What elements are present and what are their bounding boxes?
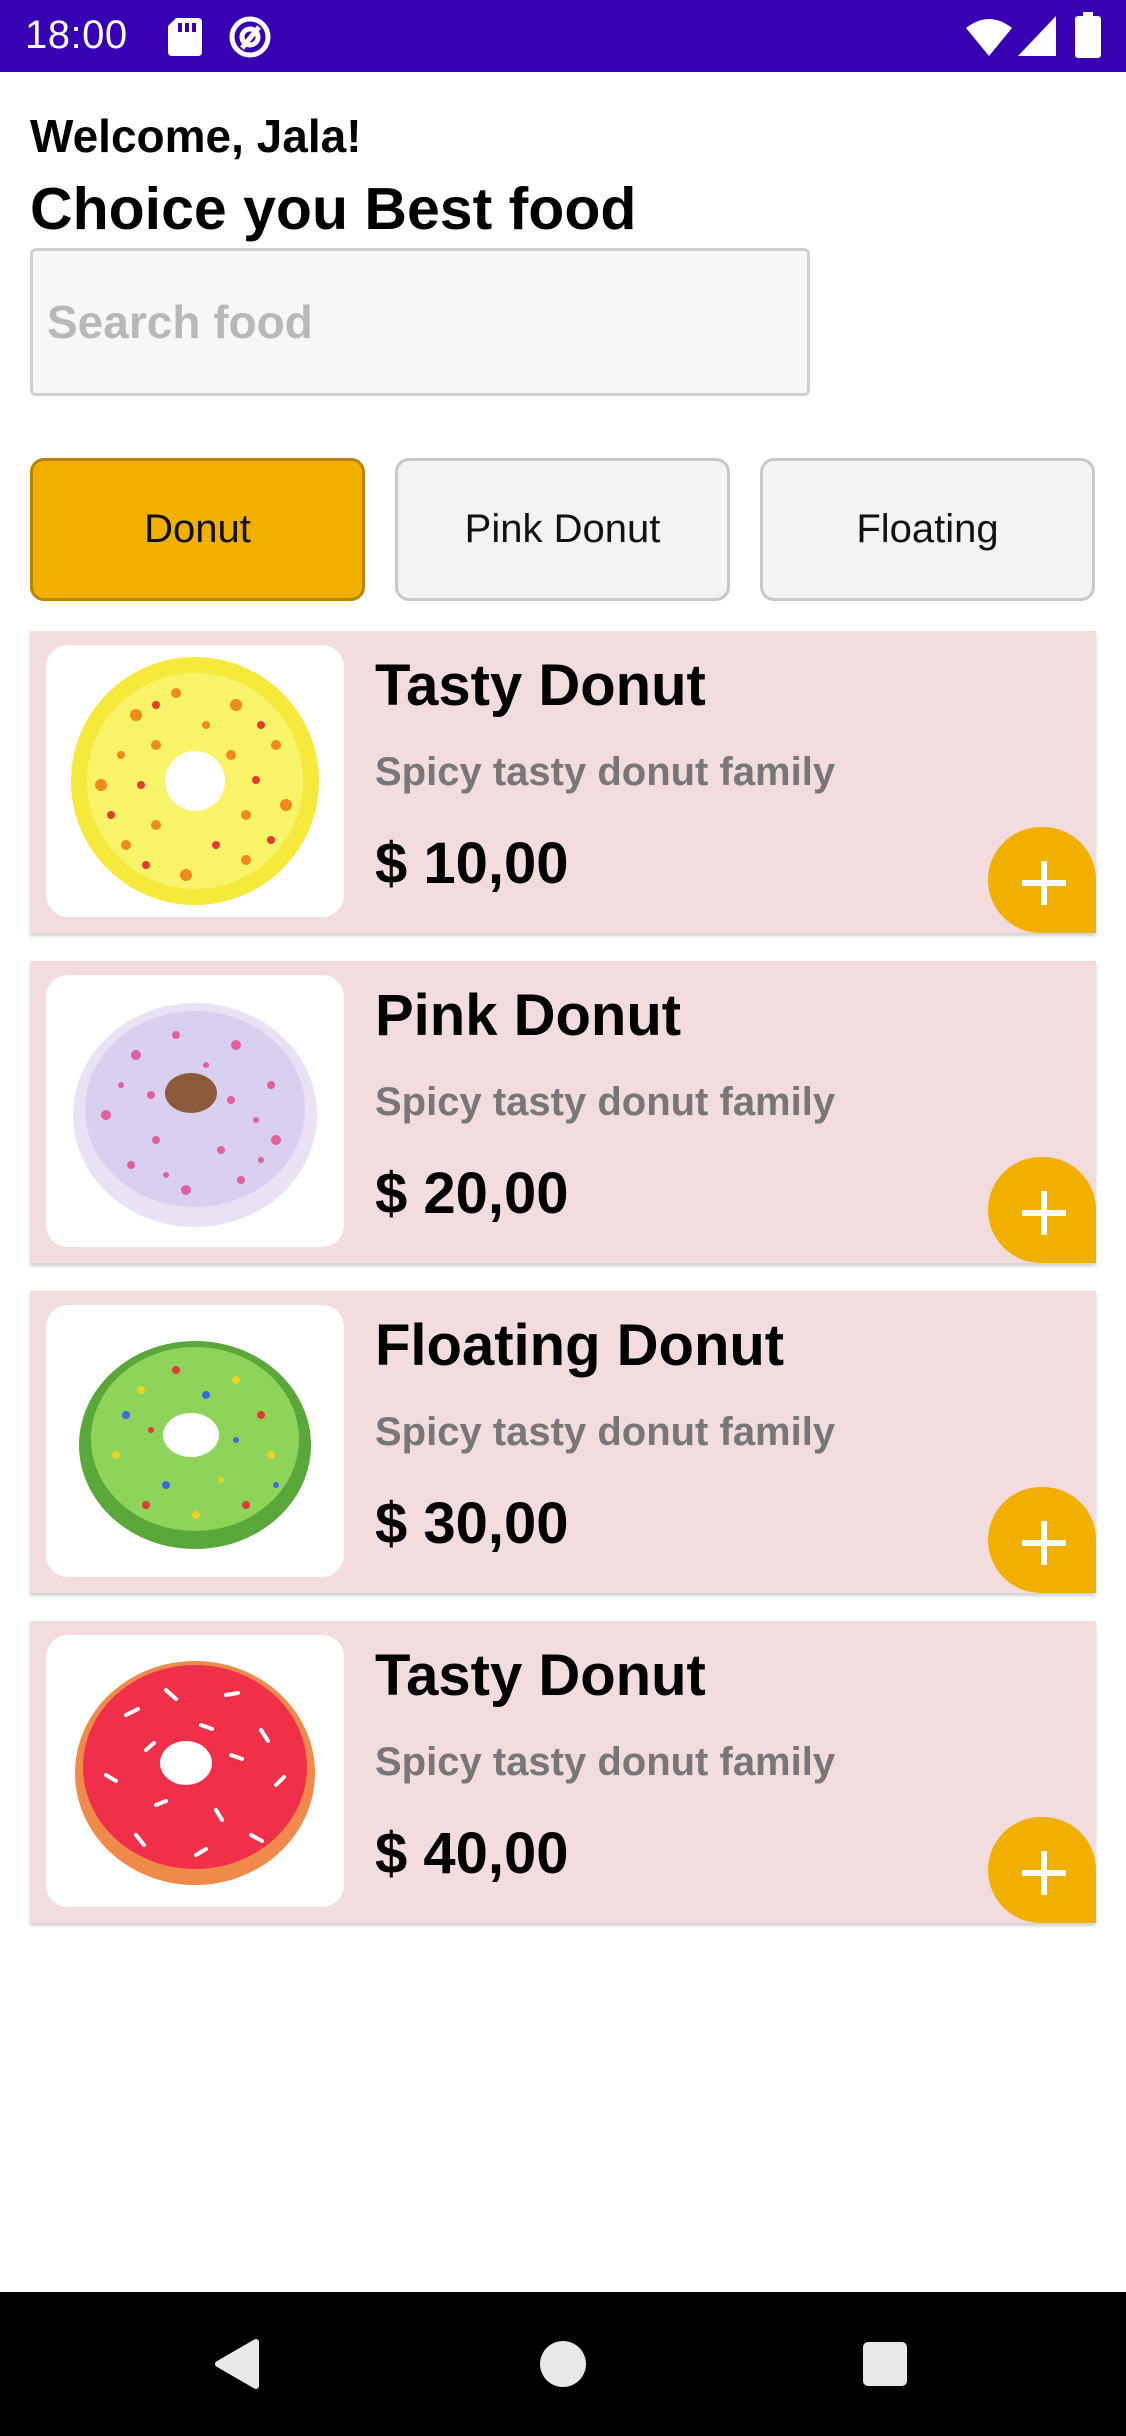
plus-icon [1022,1851,1066,1895]
plus-icon [1022,1191,1066,1235]
status-time: 18:00 [25,13,128,57]
back-icon [215,2339,259,2389]
food-title: Pink Donut [375,983,682,1048]
battery-icon [1075,12,1101,63]
food-card[interactable]: Tasty Donut Spicy tasty donut family $ 4… [30,1621,1096,1923]
recents-icon [863,2342,907,2386]
food-price: $ 30,00 [375,1491,569,1556]
food-price: $ 10,00 [375,831,569,896]
food-description: Spicy tasty donut family [375,750,836,794]
recents-button[interactable] [843,2322,927,2406]
category-chip-floating[interactable]: Floating [760,458,1095,601]
add-to-cart-button[interactable] [988,1817,1096,1923]
add-to-cart-button[interactable] [988,827,1096,933]
status-bar: 18:00 [0,0,1126,72]
food-price: $ 20,00 [375,1161,569,1226]
add-to-cart-button[interactable] [988,1487,1096,1593]
red-donut-image [46,1635,344,1907]
category-chip-donut[interactable]: Donut [30,458,365,601]
food-title: Tasty Donut [375,653,706,718]
food-description: Spicy tasty donut family [375,1410,836,1454]
navigation-bar [0,2292,1126,2436]
food-card[interactable]: Tasty Donut Spicy tasty donut family $ 1… [30,631,1096,933]
green-donut-image [46,1305,344,1577]
food-description: Spicy tasty donut family [375,1740,836,1784]
at-sign-icon [228,15,272,64]
food-card[interactable]: Pink Donut Spicy tasty donut family $ 20… [30,961,1096,1263]
page-title: Choice you Best food [30,176,637,242]
category-label: Donut [144,507,251,551]
food-price: $ 40,00 [375,1821,569,1886]
category-label: Floating [856,507,999,551]
yellow-donut-image [46,645,344,917]
food-title: Tasty Donut [375,1643,706,1708]
home-icon [540,2341,586,2387]
sd-card-icon [168,18,202,61]
wifi-icon [966,18,1012,61]
lavender-donut-image [46,975,344,1247]
category-chip-pink-donut[interactable]: Pink Donut [395,458,730,601]
signal-icon [1018,16,1056,61]
back-button[interactable] [194,2322,278,2406]
plus-icon [1022,861,1066,905]
plus-icon [1022,1521,1066,1565]
search-input[interactable] [30,248,810,396]
welcome-text: Welcome, Jala! [30,110,362,162]
food-title: Floating Donut [375,1313,785,1378]
category-label: Pink Donut [464,507,661,551]
add-to-cart-button[interactable] [988,1157,1096,1263]
home-button[interactable] [521,2322,605,2406]
food-description: Spicy tasty donut family [375,1080,836,1124]
food-card[interactable]: Floating Donut Spicy tasty donut family … [30,1291,1096,1593]
